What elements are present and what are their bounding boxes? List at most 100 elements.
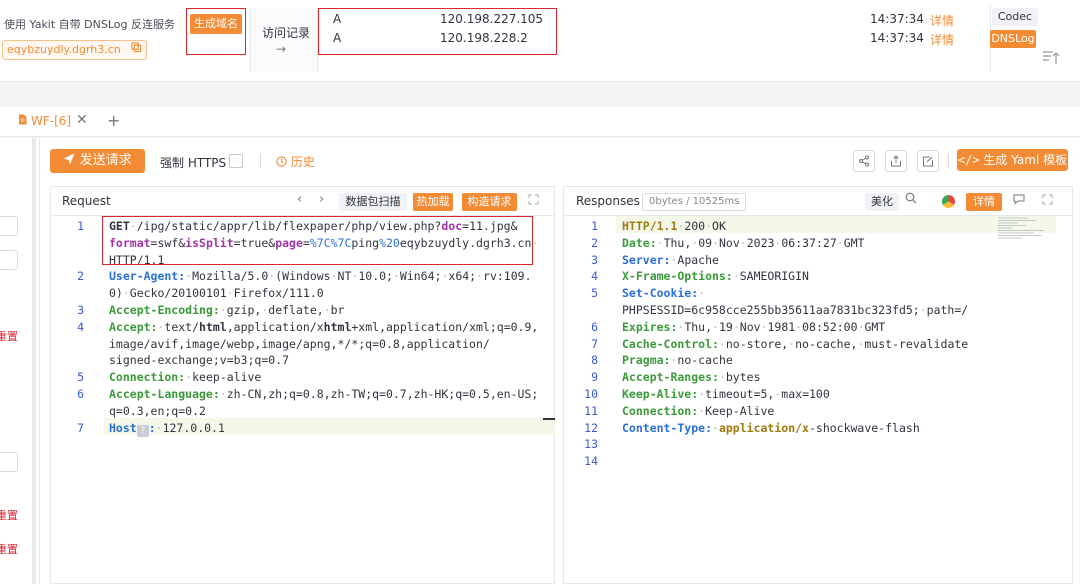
request-code-row[interactable]: Accept:·text/html,application/xhtml+xml,… <box>109 320 538 334</box>
tab-wf-6[interactable]: WF-[6] <box>18 114 71 128</box>
send-request-label: 发送请求 <box>79 153 132 168</box>
record-time: 14:37:34 <box>870 31 924 45</box>
sidebar-reset-link[interactable]: 重置 <box>0 507 18 523</box>
editor-cursor <box>543 418 555 420</box>
packet-scan-button[interactable]: 数据包扫描 <box>339 193 407 211</box>
add-tab-icon[interactable]: + <box>107 111 120 130</box>
line-number: 7 <box>591 336 598 351</box>
codec-button[interactable]: Codec <box>992 8 1038 26</box>
send-request-button[interactable]: 发送请求 <box>50 149 145 173</box>
tab-wf-6-label: WF-[6] <box>31 114 72 128</box>
edit-icon[interactable] <box>917 150 939 172</box>
request-code-row[interactable]: User-Agent:·Mozilla/5.0·(Windows·NT·10.0… <box>109 269 532 283</box>
sort-icon[interactable] <box>1042 48 1060 66</box>
dnslog-domain[interactable]: eqybzuydly.dgrh3.cn <box>2 40 147 60</box>
response-code-row[interactable]: Server:·Apache <box>622 253 719 267</box>
editor-minimap[interactable] <box>998 217 1046 239</box>
line-number: 2 <box>77 269 84 283</box>
request-code-row[interactable]: image/avif,image/webp,image/apng,*/*;q=0… <box>109 337 490 351</box>
force-https-checkbox[interactable] <box>229 154 243 168</box>
line-number: 1 <box>77 219 84 233</box>
dnslog-button[interactable]: DNSLog <box>990 30 1036 48</box>
response-code-row[interactable]: HTTP/1.1·200·OK <box>622 219 726 233</box>
sidebar-input[interactable] <box>0 216 18 236</box>
record-type: A <box>333 12 342 26</box>
request-code-row[interactable]: Accept-Encoding:·gzip,·deflate,·br <box>109 303 344 317</box>
request-code-row[interactable]: signed-exchange;v=b3;q=0.7 <box>109 353 289 367</box>
generate-yaml-label: 生成 Yaml 模板 <box>983 153 1068 167</box>
line-number: 4 <box>77 320 84 334</box>
line-number: 11 <box>584 403 598 418</box>
divider <box>260 154 261 168</box>
tab-bar <box>0 107 1080 137</box>
hot-load-button[interactable]: 热加载 <box>413 193 453 211</box>
line-number: 5 <box>591 286 598 301</box>
line-number: 7 <box>77 421 84 435</box>
generate-yaml-template-button[interactable]: </> 生成 Yaml 模板 <box>957 149 1068 171</box>
record-detail-link[interactable]: 详情 <box>930 12 954 29</box>
chevron-right-icon[interactable]: › <box>319 192 324 207</box>
response-code-row[interactable]: Connection:·Keep-Alive <box>622 404 774 418</box>
response-code-row[interactable]: PHPSESSID=6c958cce255bb35611aa7831bc323f… <box>622 303 968 317</box>
comment-icon[interactable] <box>1013 193 1025 208</box>
request-code-row[interactable]: q=0.3,en;q=0.2 <box>109 404 206 418</box>
request-title: Request <box>62 194 111 208</box>
force-https-label: 强制 HTTPS <box>160 156 227 170</box>
code-icon: </> <box>957 153 980 167</box>
response-code-row[interactable]: Pragma:·no-cache <box>622 353 733 367</box>
search-icon[interactable] <box>905 192 917 207</box>
request-code-row[interactable]: Accept-Language:·zh-CN,zh;q=0.8,zh-TW;q=… <box>109 387 538 401</box>
build-request-button[interactable]: 构造请求 <box>462 193 517 211</box>
response-code-row[interactable]: X-Frame-Options:·SAMEORIGIN <box>622 269 809 283</box>
line-number: 1 <box>591 219 598 233</box>
line-number: 4 <box>591 269 598 284</box>
detail-button[interactable]: 详情 <box>966 193 1002 211</box>
close-icon[interactable]: ✕ <box>76 112 88 128</box>
share-icon[interactable] <box>853 150 875 172</box>
expand-icon[interactable] <box>528 194 539 208</box>
line-number: 2 <box>591 235 598 250</box>
response-code-row[interactable]: Content-Type:·application/x-shockwave-fl… <box>622 421 920 435</box>
copy-icon[interactable] <box>131 41 142 59</box>
history-button[interactable]: 历史 <box>276 153 315 170</box>
response-code-row[interactable]: Expires:·Thu,·19·Nov·1981·08:52:00·GMT <box>622 320 885 334</box>
record-type: A <box>333 31 342 45</box>
dnslog-domain-text: eqybzuydly.dgrh3.cn <box>7 43 121 56</box>
record-ip: 120.198.227.105 <box>440 12 544 26</box>
response-title: Responses <box>576 194 640 208</box>
expand-icon[interactable] <box>1042 194 1053 208</box>
line-number: 10 <box>584 387 598 401</box>
history-label: 历史 <box>290 155 315 169</box>
clock-icon <box>276 155 291 169</box>
response-code-row[interactable]: Cache-Control:·no-store,·no-cache,·must-… <box>622 337 968 351</box>
response-code-row[interactable]: Set-Cookie:· <box>622 286 705 300</box>
sidebar-reset-link[interactable]: 重置 <box>0 541 18 557</box>
sidebar-input[interactable] <box>0 452 18 472</box>
sidebar-input[interactable] <box>0 250 18 270</box>
dnslog-description: 使用 Yakit 自带 DNSLog 反连服务 <box>4 18 175 31</box>
request-code-row[interactable]: 0)·Gecko/20100101·Firefox/111.0 <box>109 286 324 300</box>
request-code-row[interactable]: Host?:·127.0.0.1 <box>109 421 225 437</box>
response-code-row[interactable]: Keep-Alive:·timeout=5,·max=100 <box>622 387 830 401</box>
line-number: 5 <box>77 370 84 384</box>
beautify-button[interactable]: 美化 <box>865 193 899 211</box>
sidebar-reset-link[interactable]: 重置 <box>0 328 18 344</box>
highlight-frame <box>102 216 533 265</box>
chrome-icon[interactable] <box>942 195 955 208</box>
export-icon[interactable] <box>885 150 907 172</box>
record-detail-link[interactable]: 详情 <box>930 31 954 48</box>
response-code-row[interactable]: Date:·Thu,·09·Nov·2023·06:37:27·GMT <box>622 236 864 250</box>
line-number: 13 <box>584 437 598 452</box>
request-code-row[interactable]: Connection:·keep-alive <box>109 370 261 384</box>
highlight-frame <box>186 8 246 55</box>
response-code-row[interactable]: Accept-Ranges:·bytes <box>622 370 761 384</box>
line-number: 14 <box>584 454 598 469</box>
arrow-right-icon: → <box>276 42 287 56</box>
chevron-left-icon[interactable]: ‹ <box>297 192 302 207</box>
visit-records-label[interactable]: 访问记录 <box>262 24 310 41</box>
line-number: 8 <box>591 353 598 368</box>
response-size-badge: 0bytes / 10525ms <box>642 193 747 211</box>
line-number: 3 <box>77 303 84 317</box>
sidebar-scrollbar[interactable] <box>32 138 36 584</box>
line-number: 6 <box>77 387 84 401</box>
